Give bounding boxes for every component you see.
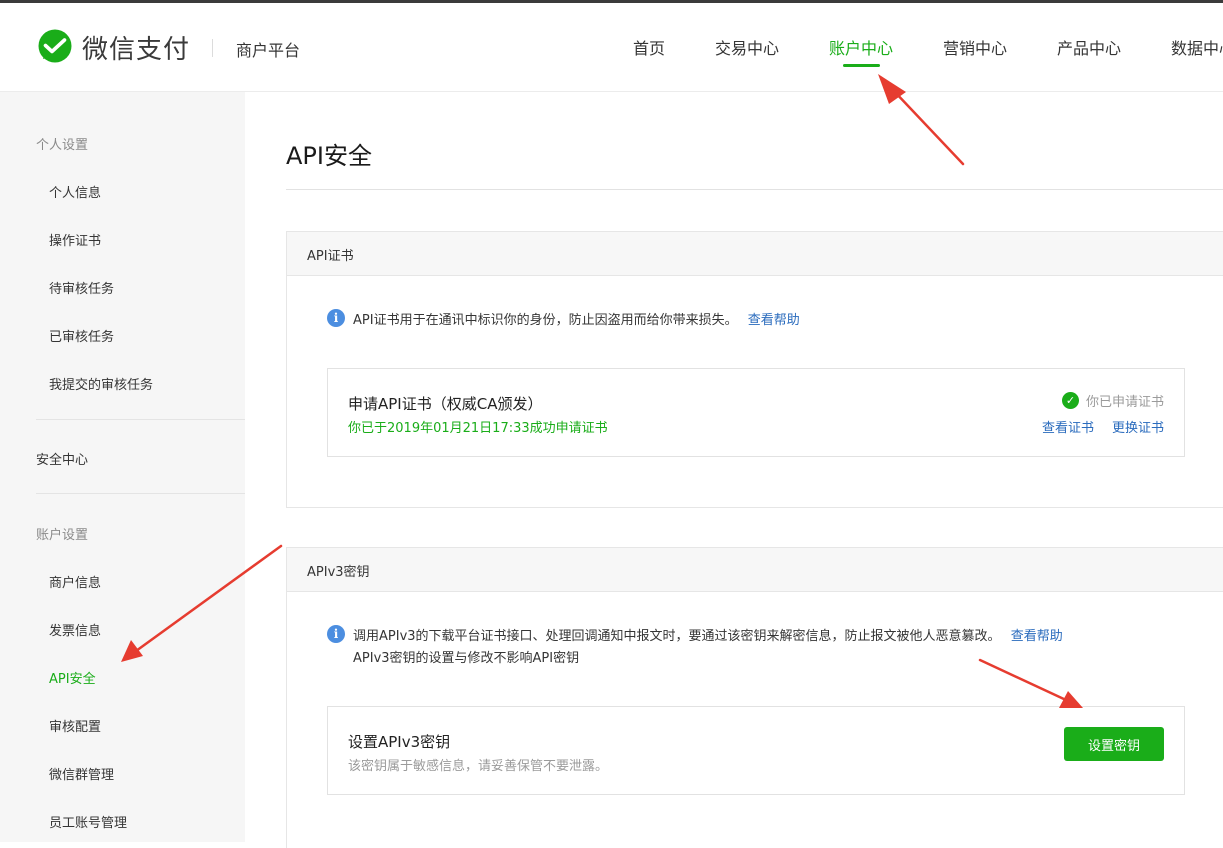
nav-item-products[interactable]: 产品中心 — [1057, 35, 1121, 59]
nav-active-underline — [843, 64, 880, 67]
api-cert-panel: API证书 i API证书用于在通讯中标识你的身份，防止因盗用而给你带来损失。 … — [286, 231, 1223, 508]
replace-cert-link[interactable]: 更换证书 — [1112, 421, 1164, 436]
nav-item-marketing[interactable]: 营销中心 — [943, 35, 1007, 59]
apiv3-panel: APIv3密钥 i 调用APIv3的下载平台证书接口、处理回调通知中报文时，要通… — [286, 547, 1223, 848]
apiv3-info-line2: APIv3密钥的设置与修改不影响API密钥 — [353, 651, 580, 666]
info-icon: i — [327, 625, 345, 643]
sidebar-item-staff-accounts[interactable]: 员工账号管理 — [49, 812, 127, 831]
nav-item-account-center[interactable]: 账户中心 — [829, 35, 893, 59]
api-cert-panel-header: API证书 — [287, 232, 1223, 276]
platform-name: 商户平台 — [236, 41, 301, 60]
api-cert-status: ✓ 你已申请证书 — [1061, 391, 1164, 410]
apiv3-info-text: 调用APIv3的下载平台证书接口、处理回调通知中报文时，要通过该密钥来解密信息，… — [353, 629, 1001, 644]
wechat-pay-logo-icon — [38, 29, 72, 63]
sidebar-group-account: 账户设置 — [36, 528, 89, 543]
sidebar-divider — [36, 419, 245, 420]
apiv3-heading: APIv3密钥 — [307, 565, 370, 580]
brand-name: 微信支付 — [82, 34, 191, 65]
view-cert-link[interactable]: 查看证书 — [1042, 421, 1094, 436]
api-cert-card: 申请API证书（权威CA颁发） 你已于2019年01月21日17:33成功申请证… — [327, 368, 1185, 457]
logo-divider — [212, 39, 213, 57]
page-title: API安全 — [286, 142, 372, 170]
sidebar-item-api-security[interactable]: API安全 — [49, 668, 96, 687]
api-cert-info-text: API证书用于在通讯中标识你的身份，防止因盗用而给你带来损失。 — [353, 313, 738, 328]
info-icon: i — [327, 309, 345, 327]
sidebar-item-wechat-group[interactable]: 微信群管理 — [49, 764, 114, 783]
nav-item-home[interactable]: 首页 — [633, 35, 665, 59]
sidebar-item-operation-cert[interactable]: 操作证书 — [49, 230, 101, 249]
set-key-button[interactable]: 设置密钥 — [1064, 727, 1164, 761]
api-cert-card-title: 申请API证书（权威CA颁发） — [348, 395, 543, 413]
api-cert-actions: 查看证书 更换证书 — [1042, 417, 1164, 436]
sidebar-item-merchant-info[interactable]: 商户信息 — [49, 572, 101, 591]
apiv3-info-line1: 调用APIv3的下载平台证书接口、处理回调通知中报文时，要通过该密钥来解密信息，… — [353, 625, 1063, 644]
title-divider — [286, 189, 1223, 190]
apiv3-card: 设置APIv3密钥 该密钥属于敏感信息，请妥善保管不要泄露。 设置密钥 — [327, 706, 1185, 795]
check-circle-icon: ✓ — [1061, 392, 1079, 409]
apiv3-card-title: 设置APIv3密钥 — [348, 733, 451, 751]
api-cert-help-link[interactable]: 查看帮助 — [748, 313, 800, 328]
sidebar-group-personal: 个人设置 — [36, 138, 89, 153]
sidebar-divider — [36, 493, 245, 494]
sidebar-item-reviewed[interactable]: 已审核任务 — [49, 326, 114, 345]
nav-item-data-center[interactable]: 数据中心 — [1171, 35, 1223, 59]
sidebar-item-pending-review[interactable]: 待审核任务 — [49, 278, 114, 297]
sidebar-item-security-center[interactable]: 安全中心 — [36, 449, 88, 468]
apiv3-card-note: 该密钥属于敏感信息，请妥善保管不要泄露。 — [348, 759, 609, 774]
nav-item-transactions[interactable]: 交易中心 — [715, 35, 779, 59]
brand-logo[interactable]: 微信支付 — [36, 29, 190, 65]
api-cert-info: API证书用于在通讯中标识你的身份，防止因盗用而给你带来损失。 查看帮助 — [353, 309, 800, 328]
top-header: 微信支付 商户平台 首页 交易中心 账户中心 营销中心 产品中心 数据中心 — [0, 3, 1223, 92]
api-cert-card-date: 你已于2019年01月21日17:33成功申请证书 — [348, 421, 608, 436]
sidebar-item-invoice-info[interactable]: 发票信息 — [49, 620, 101, 639]
api-cert-status-text: 你已申请证书 — [1085, 395, 1164, 410]
apiv3-help-link[interactable]: 查看帮助 — [1011, 629, 1063, 644]
sidebar: 个人设置 个人信息 操作证书 待审核任务 已审核任务 我提交的审核任务 安全中心… — [0, 92, 245, 842]
sidebar-item-review-config[interactable]: 审核配置 — [49, 716, 101, 735]
sidebar-item-my-submitted[interactable]: 我提交的审核任务 — [49, 374, 153, 393]
sidebar-item-profile[interactable]: 个人信息 — [49, 182, 101, 201]
api-cert-heading: API证书 — [307, 249, 354, 264]
apiv3-panel-header: APIv3密钥 — [287, 548, 1223, 592]
